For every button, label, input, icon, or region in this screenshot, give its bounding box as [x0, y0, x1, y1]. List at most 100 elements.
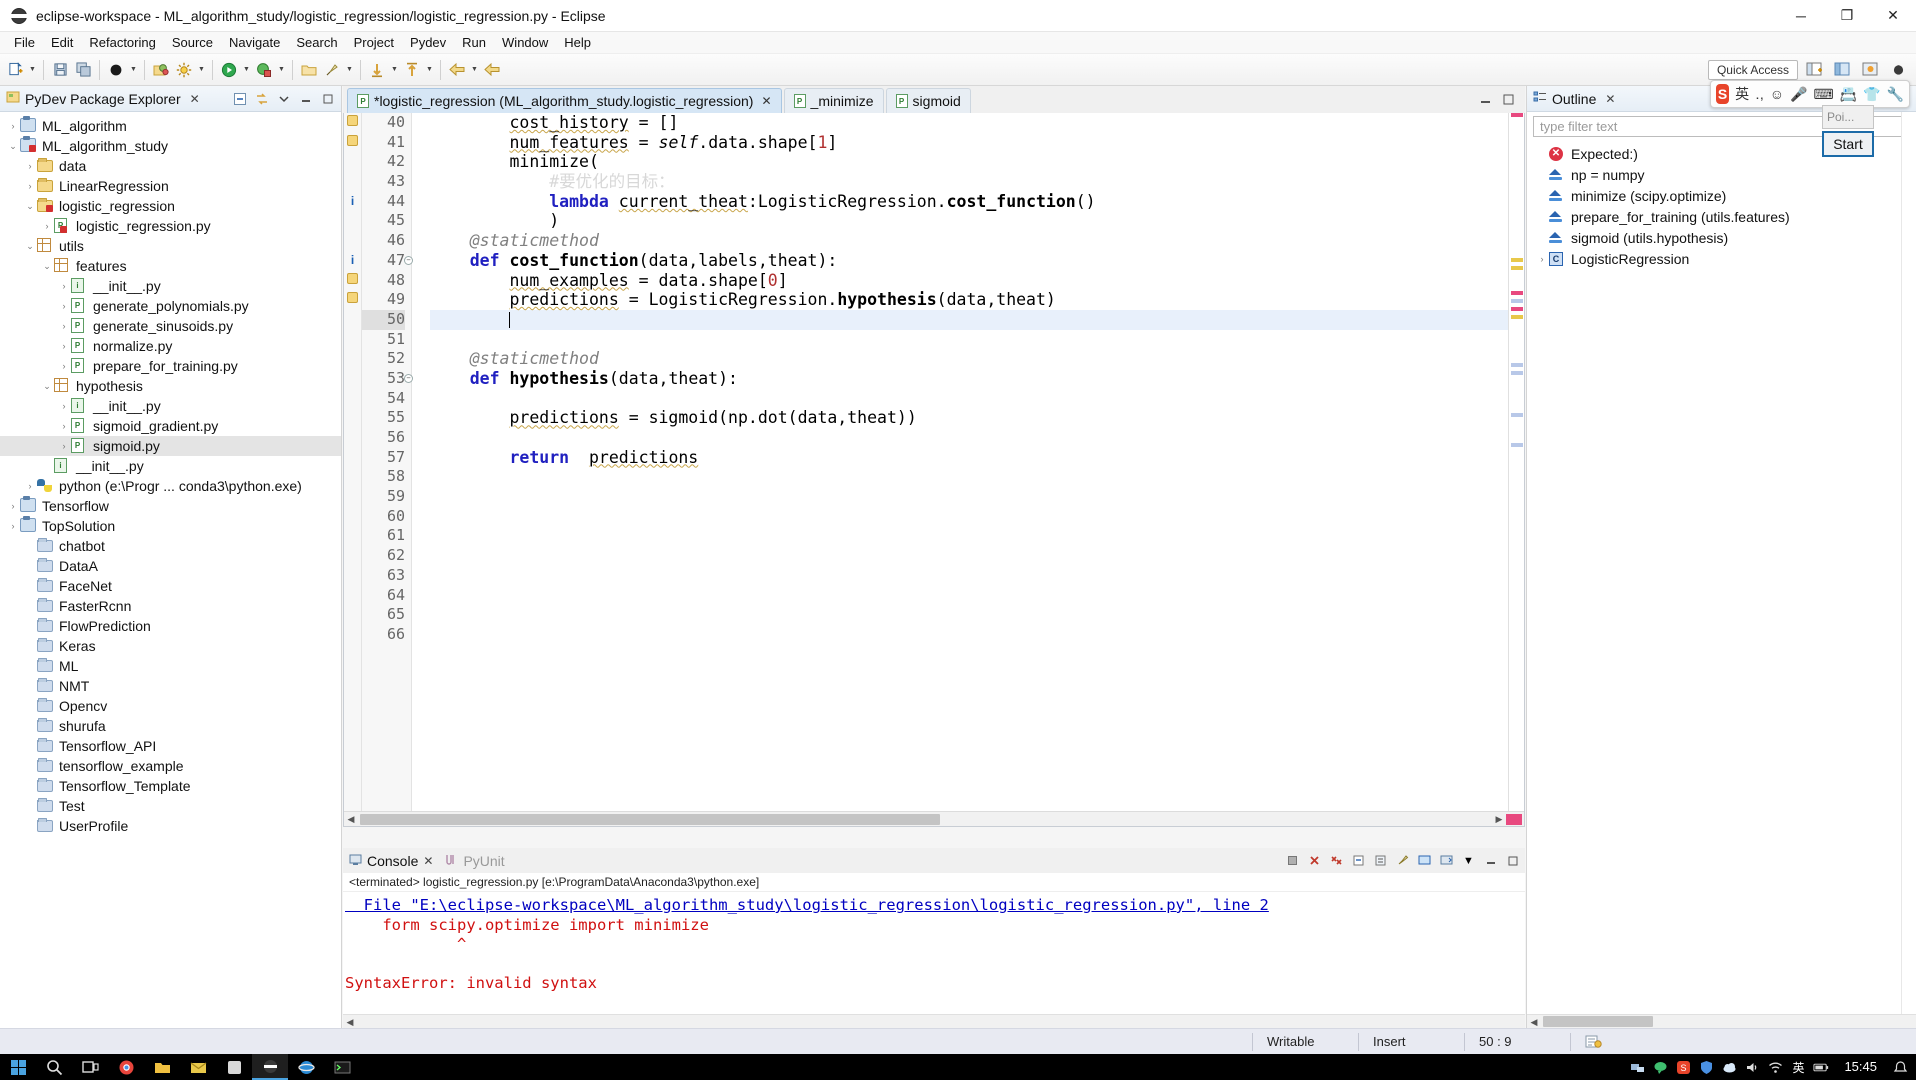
ime-toolbox-icon[interactable]: 📇 [1840, 86, 1857, 103]
menu-window[interactable]: Window [494, 33, 556, 52]
scroll-left-icon[interactable]: ◀ [343, 1015, 357, 1029]
quick-access-input[interactable]: Quick Access [1707, 59, 1798, 80]
tree-item-tensorflow_template[interactable]: Tensorflow_Template [0, 776, 341, 796]
terminate-icon[interactable] [1284, 852, 1301, 869]
battery-tray-icon[interactable] [1813, 1059, 1829, 1075]
console-horizontal-scrollbar[interactable]: ◀ [343, 1014, 1525, 1028]
clear-console-icon[interactable] [1350, 852, 1367, 869]
close-button[interactable]: ✕ [1870, 0, 1916, 32]
tree-item-linearregression[interactable]: › LinearRegression [0, 176, 341, 196]
tree-item-topsolution[interactable]: › TopSolution [0, 516, 341, 536]
console-view-menu-icon[interactable]: ▼ [1460, 852, 1477, 869]
close-icon[interactable]: ✕ [1605, 92, 1615, 106]
minimize-view-icon[interactable] [297, 90, 315, 108]
tree-item-userprofile[interactable]: UserProfile [0, 816, 341, 836]
display-selected-console-icon[interactable] [1416, 852, 1433, 869]
minimize-editor-icon[interactable] [1479, 93, 1492, 109]
tree-item-python---e--progr-...-conda3-python.exe-[interactable]: › python (e:\Progr ... conda3\python.exe) [0, 476, 341, 496]
tree-item-flowprediction[interactable]: FlowPrediction [0, 616, 341, 636]
scroll-left-icon[interactable]: ◀ [1527, 1015, 1541, 1029]
ie-icon[interactable] [288, 1054, 324, 1080]
tree-item-features[interactable]: ⌄ features [0, 256, 341, 276]
next-annotation-icon[interactable] [366, 58, 388, 82]
close-icon[interactable]: ✕ [190, 92, 200, 106]
ime-voice-icon[interactable]: 🎤 [1790, 86, 1807, 103]
open-type-icon[interactable] [150, 58, 172, 82]
pin-dropdown-icon[interactable]: ▼ [344, 58, 355, 82]
chrome-icon[interactable] [108, 1054, 144, 1080]
build-dropdown-icon[interactable]: ▼ [196, 58, 207, 82]
chevron-right-icon[interactable]: › [23, 481, 37, 491]
tree-item-hypothesis[interactable]: ⌄ hypothesis [0, 376, 341, 396]
shield-tray-icon[interactable] [1698, 1059, 1714, 1075]
menu-file[interactable]: File [6, 33, 43, 52]
debug-perspective-icon[interactable] [105, 58, 127, 82]
back-dropdown-icon[interactable]: ▼ [469, 58, 480, 82]
pydev-perspective-icon[interactable] [1830, 58, 1854, 82]
ime-tray-label[interactable]: 英 [1790, 1059, 1806, 1075]
remove-all-launches-icon[interactable] [1328, 852, 1345, 869]
java-perspective-icon[interactable] [1858, 58, 1882, 82]
remove-launch-icon[interactable] [1306, 852, 1323, 869]
tab-package-explorer[interactable]: PyDev Package Explorer ✕ [6, 90, 200, 107]
tree-item-ml_algorithm_study[interactable]: ⌄ ML_algorithm_study [0, 136, 341, 156]
app-icon[interactable] [216, 1054, 252, 1080]
scroll-left-icon[interactable]: ◀ [344, 814, 358, 825]
debug-perspective-dropdown-icon[interactable]: ▼ [128, 58, 139, 82]
editor-tab-logistic-regression[interactable]: P *logistic_regression (ML_algorithm_stu… [347, 88, 782, 113]
tab-pyunit[interactable]: PyUnit [445, 853, 505, 869]
chevron-right-icon[interactable]: › [57, 361, 71, 371]
chevron-right-icon[interactable]: › [40, 221, 54, 231]
chevron-right-icon[interactable]: › [57, 281, 71, 291]
search-icon[interactable] [36, 1054, 72, 1080]
sogou-tray-icon[interactable]: S [1675, 1059, 1691, 1075]
maximize-console-icon[interactable] [1504, 852, 1521, 869]
chevron-down-icon[interactable]: ⌄ [23, 201, 37, 212]
new-wizard-dropdown-icon[interactable]: ▼ [27, 58, 38, 82]
tree-item-normalize.py[interactable]: › Pnormalize.py [0, 336, 341, 356]
link-with-editor-icon[interactable] [253, 90, 271, 108]
tree-item-ml[interactable]: ML [0, 656, 341, 676]
task-view-icon[interactable] [72, 1054, 108, 1080]
chevron-right-icon[interactable]: › [6, 521, 20, 531]
notifications-icon[interactable] [1892, 1059, 1908, 1075]
outline-item[interactable]: sigmoid (utils.hypothesis) [1527, 227, 1916, 248]
cloud-tray-icon[interactable] [1721, 1059, 1737, 1075]
chevron-right-icon[interactable]: › [23, 161, 37, 171]
maximize-view-icon[interactable] [319, 90, 337, 108]
chevron-right-icon[interactable]: › [57, 401, 71, 411]
run-dropdown-icon[interactable]: ▼ [241, 58, 252, 82]
menu-pydev[interactable]: Pydev [402, 33, 454, 52]
network-tray-icon[interactable] [1629, 1059, 1645, 1075]
chevron-right-icon[interactable]: › [57, 321, 71, 331]
maximize-button[interactable]: ❐ [1824, 0, 1870, 32]
save-all-icon[interactable] [72, 58, 94, 82]
code-view[interactable]: cost_history = [] num_features = self.da… [412, 113, 1508, 826]
menu-run[interactable]: Run [454, 33, 494, 52]
tab-console[interactable]: Console ✕ [349, 853, 433, 869]
sogou-logo-icon[interactable]: S [1716, 84, 1730, 104]
forward-icon[interactable] [481, 58, 503, 82]
explorer-icon[interactable] [144, 1054, 180, 1080]
new-wizard-icon[interactable] [4, 58, 26, 82]
tree-item-opencv[interactable]: Opencv [0, 696, 341, 716]
menu-project[interactable]: Project [346, 33, 402, 52]
scrollbar-thumb[interactable] [360, 813, 940, 825]
tree-item-__init__.py[interactable]: › i __init__.py [0, 276, 341, 296]
run-external-tools-icon[interactable] [253, 58, 275, 82]
tree-item-dataa[interactable]: DataA [0, 556, 341, 576]
tree-item-chatbot[interactable]: chatbot [0, 536, 341, 556]
editor-marker-bar[interactable]: i i [344, 113, 362, 826]
pin-icon[interactable] [321, 58, 343, 82]
editor-tab-sigmoid[interactable]: P sigmoid [885, 88, 971, 113]
collapse-all-icon[interactable] [231, 90, 249, 108]
outline-list[interactable]: ✕ Expected:) np = numpy minimize (scipy.opt… [1527, 141, 1916, 269]
ime-emoji-icon[interactable]: ☺ [1770, 86, 1784, 102]
tree-item-logistic_regression[interactable]: ⌄ logistic_regression [0, 196, 341, 216]
outline-item[interactable]: np = numpy [1527, 164, 1916, 185]
terminal-icon[interactable] [324, 1054, 360, 1080]
scroll-lock-icon[interactable] [1372, 852, 1389, 869]
ime-punctuation-icon[interactable]: ․, [1755, 86, 1764, 103]
tree-item-generate_polynomials.py[interactable]: › Pgenerate_polynomials.py [0, 296, 341, 316]
debug-perspective-switch-icon[interactable] [1886, 58, 1910, 82]
